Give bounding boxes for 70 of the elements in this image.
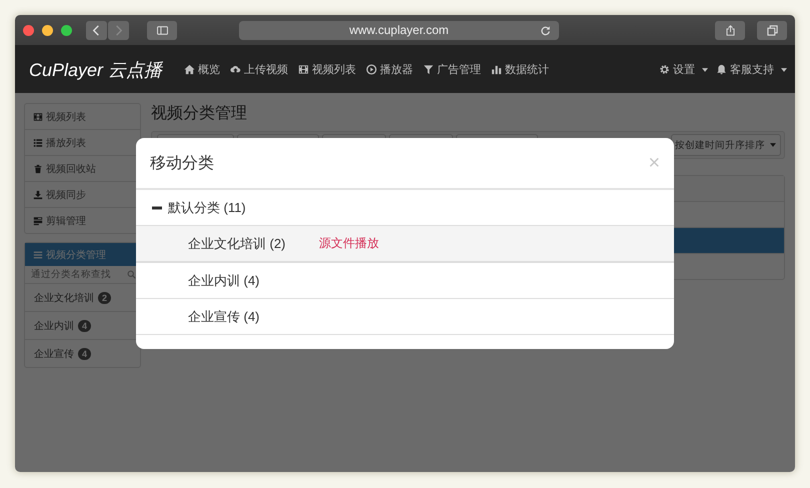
nav-link[interactable]: 数据统计 <box>491 62 550 77</box>
sidebar-label: 播放列表 <box>46 136 86 150</box>
bell-icon <box>716 64 727 75</box>
category-name: 企业宣传 <box>34 348 74 360</box>
tabs-icon <box>766 24 778 36</box>
cloud-upload-icon <box>230 64 242 75</box>
category-name: 企业文化培训 <box>34 292 94 304</box>
tabs-button[interactable] <box>757 20 787 40</box>
tree-node[interactable]: 企业内训 (4) <box>136 263 674 299</box>
film-icon <box>33 112 43 122</box>
nav-label: 概览 <box>198 63 220 77</box>
sidebar-label: 剪辑管理 <box>46 214 86 228</box>
nav-label: 广告管理 <box>437 62 482 77</box>
settings-icon <box>659 64 670 75</box>
nav-label: 设置 <box>673 63 695 77</box>
node-label: 企业内训 (4) <box>188 272 260 290</box>
tree-node[interactable]: 企业文化培训 (2) 源文件播放 <box>136 226 674 263</box>
nav-label: 上传视频 <box>244 63 288 77</box>
caret-icon <box>781 68 787 72</box>
list-icon <box>33 138 43 148</box>
nav-label: 播放器 <box>380 63 414 77</box>
close-window-button[interactable] <box>23 24 34 36</box>
category-name: 企业内训 <box>34 320 74 332</box>
nav-dropdown[interactable]: 客服支持 <box>716 62 787 77</box>
address-bar[interactable]: www.cuplayer.com <box>239 20 559 40</box>
count-badge: 4 <box>78 348 92 360</box>
film-icon <box>298 64 310 75</box>
page-title: 视频分类管理 <box>151 104 248 124</box>
reload-icon[interactable] <box>540 24 551 36</box>
filter-icon <box>423 64 434 75</box>
trash-icon <box>33 164 43 174</box>
share-icon <box>724 24 736 36</box>
back-button[interactable] <box>86 20 107 40</box>
share-button[interactable] <box>715 20 745 40</box>
nav-link[interactable]: 广告管理 <box>423 62 482 77</box>
download-tray-icon <box>33 190 43 200</box>
home-icon <box>184 64 196 75</box>
url-text: www.cuplayer.com <box>349 23 449 37</box>
node-label: 企业文化培训 (2) <box>188 234 286 252</box>
nav-label: 客服支持 <box>730 62 774 77</box>
brand-logo[interactable]: CuPlayer 云点播 <box>29 58 162 82</box>
caret-icon <box>770 143 776 147</box>
node-label: 默认分类 (11) <box>168 198 246 216</box>
play-source-link[interactable]: 源文件播放 <box>319 235 379 252</box>
sidebar-icon <box>156 24 168 36</box>
sidebar-toggle-button[interactable] <box>147 20 177 40</box>
bar-chart-icon <box>491 64 502 75</box>
menu-icon <box>33 250 43 260</box>
sidebar-label: 视频回收站 <box>46 162 96 176</box>
nav-link[interactable]: 播放器 <box>366 62 414 77</box>
nav-link[interactable]: 概览 <box>184 62 220 77</box>
nav-dropdown[interactable]: 设置 <box>659 62 708 77</box>
minimize-window-button[interactable] <box>42 24 53 36</box>
count-badge: 2 <box>98 292 112 304</box>
search-field[interactable]: 通过分类名称查找 <box>25 266 140 284</box>
zoom-window-button[interactable] <box>61 24 72 36</box>
sidebar-label: 视频列表 <box>46 110 86 124</box>
dialog-title: 移动分类 <box>150 154 214 174</box>
nav-label: 视频列表 <box>312 63 356 77</box>
node-label: 企业宣传 (4) <box>188 308 260 326</box>
nav-label: 数据统计 <box>505 62 550 77</box>
panel-title: 视频分类管理 <box>46 248 106 262</box>
count-badge: 4 <box>78 320 92 332</box>
nav-link[interactable]: 视频列表 <box>298 62 356 77</box>
panel-icon <box>33 216 43 226</box>
play-icon <box>366 64 378 75</box>
nav-link[interactable]: 上传视频 <box>230 62 288 77</box>
caret-icon <box>702 68 708 72</box>
sidebar-label: 视频同步 <box>46 188 86 202</box>
search-icon <box>127 270 136 279</box>
